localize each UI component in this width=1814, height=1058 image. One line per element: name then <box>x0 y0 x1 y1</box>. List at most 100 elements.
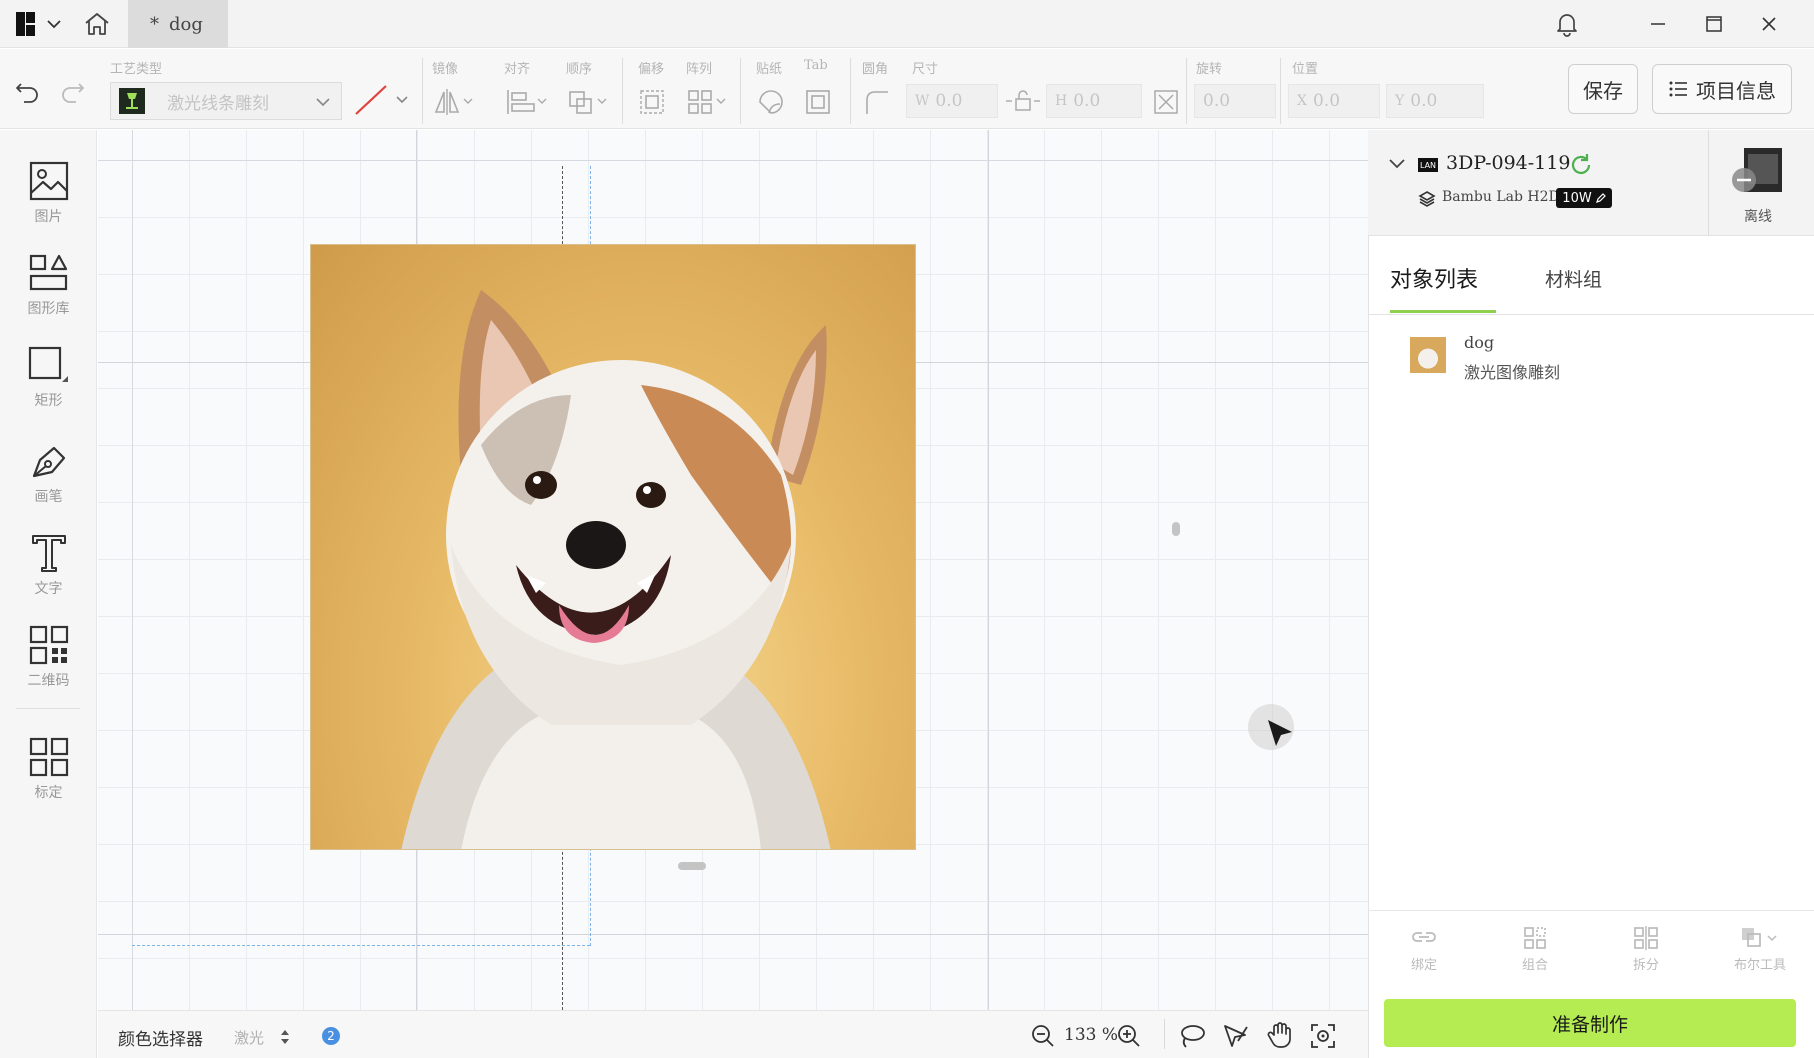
split-button[interactable]: 拆分 <box>1614 926 1678 973</box>
zoom-out-icon[interactable] <box>1030 1023 1056 1049</box>
divider <box>1368 910 1814 911</box>
project-info-label: 项目信息 <box>1696 78 1776 103</box>
zoom-in-icon[interactable] <box>1116 1023 1142 1049</box>
rotate-label: 旋转 <box>1196 62 1223 77</box>
redo-icon[interactable] <box>58 76 88 106</box>
tab-tool-icon[interactable] <box>804 86 834 118</box>
width-value: 0.0 <box>935 91 963 111</box>
mirror-label: 镜像 <box>432 62 459 77</box>
app-logo-icon[interactable] <box>14 10 66 38</box>
order-label: 顺序 <box>566 62 593 77</box>
array-label: 阵列 <box>686 62 713 77</box>
laser-label[interactable]: 激光 <box>234 1027 264 1048</box>
ruler-line <box>98 160 1368 161</box>
align-label: 对齐 <box>504 62 531 77</box>
horizontal-scrollbar[interactable] <box>678 862 706 870</box>
device-model: Bambu Lab H2D <box>1442 189 1560 205</box>
prepare-make-button[interactable]: 准备制作 <box>1384 999 1796 1047</box>
x-field[interactable]: X 0.0 <box>1288 84 1380 118</box>
tool-shape-library[interactable]: 图形库 <box>0 252 97 344</box>
power-badge[interactable]: 10W <box>1556 188 1612 208</box>
tool-label: 图形库 <box>27 301 70 317</box>
home-icon[interactable] <box>82 10 112 38</box>
x-value: 0.0 <box>1312 91 1341 111</box>
vertical-scrollbar[interactable] <box>1172 522 1180 536</box>
process-type-label: 工艺类型 <box>110 62 163 77</box>
image-icon <box>28 160 70 202</box>
group-button[interactable]: 组合 <box>1503 926 1567 973</box>
mirror-icon[interactable] <box>432 86 480 118</box>
left-toolbar: 图片 图形库 矩形 画笔 文字 二维码 标定 <box>0 130 97 1058</box>
bell-icon[interactable] <box>1554 11 1580 37</box>
refresh-icon[interactable] <box>1568 152 1594 178</box>
tool-label: 矩形 <box>34 393 63 409</box>
order-icon[interactable] <box>566 86 614 118</box>
tab-dog[interactable]: * dog <box>128 0 228 48</box>
tool-label: 标定 <box>34 785 63 801</box>
tool-qrcode[interactable]: 二维码 <box>0 624 97 716</box>
device-card[interactable]: LAN 3DP-094-119 Bambu Lab H2D 10W 离线 <box>1368 130 1814 236</box>
save-button[interactable]: 保存 <box>1568 64 1638 114</box>
process-type-select[interactable]: 激光线条雕刻 <box>110 82 342 120</box>
bind-label: 绑定 <box>1410 958 1437 973</box>
minimize-icon[interactable] <box>1646 12 1670 36</box>
modified-mark: * <box>150 13 159 35</box>
project-info-button[interactable]: 项目信息 <box>1652 64 1792 114</box>
width-field[interactable]: W 0.0 <box>906 84 998 118</box>
fit-size-icon[interactable] <box>1152 88 1180 116</box>
height-field[interactable]: H 0.0 <box>1046 84 1142 118</box>
text-icon <box>28 532 70 574</box>
sticker-icon[interactable] <box>756 86 786 118</box>
tab-objects[interactable]: 对象列表 <box>1390 262 1478 294</box>
tab-materials[interactable]: 材料组 <box>1545 265 1602 292</box>
corner-label: 圆角 <box>862 62 889 77</box>
device-status: 离线 <box>1744 209 1772 225</box>
hand-icon[interactable] <box>1266 1021 1294 1049</box>
group-label: 组合 <box>1521 958 1548 973</box>
sort-arrows-icon[interactable] <box>278 1027 292 1047</box>
tool-image[interactable]: 图片 <box>0 160 97 252</box>
height-prefix: H <box>1055 93 1068 109</box>
title-bar: * dog <box>0 0 1814 48</box>
canvas[interactable] <box>98 130 1368 1010</box>
chevron-down-icon[interactable] <box>1388 156 1406 172</box>
x-prefix: X <box>1297 93 1307 109</box>
divider <box>1708 130 1709 236</box>
close-icon[interactable] <box>1757 12 1781 36</box>
array-icon[interactable] <box>686 86 732 118</box>
divider <box>16 708 80 709</box>
corner-icon[interactable] <box>862 86 892 118</box>
edit-icon <box>1595 193 1606 203</box>
group-icon <box>1523 926 1547 950</box>
rotate-field[interactable]: 0.0 <box>1194 84 1276 118</box>
tool-label: 二维码 <box>27 673 70 689</box>
sticker-label: 贴纸 <box>756 62 783 77</box>
size-label: 尺寸 <box>912 62 939 77</box>
tool-text[interactable]: 文字 <box>0 532 97 624</box>
tool-rectangle[interactable]: 矩形 <box>0 344 97 436</box>
tool-calibrate[interactable]: 标定 <box>0 736 97 828</box>
undo-icon[interactable] <box>12 76 42 106</box>
bind-button[interactable]: 绑定 <box>1392 926 1456 973</box>
list-item[interactable]: dog 激光图像雕刻 <box>1410 333 1814 389</box>
object-name: dog <box>1464 333 1495 352</box>
y-prefix: Y <box>1395 93 1405 109</box>
boolean-tool-button[interactable]: 布尔工具 <box>1720 926 1800 973</box>
line-color-icon[interactable] <box>352 82 412 118</box>
focus-view-icon[interactable] <box>1310 1023 1336 1049</box>
dog-image[interactable] <box>310 244 916 850</box>
tool-pen[interactable]: 画笔 <box>0 440 97 532</box>
active-tab-underline <box>1390 310 1496 313</box>
lock-ratio-icon[interactable] <box>1004 88 1044 114</box>
boolean-label: 布尔工具 <box>1733 958 1786 973</box>
select-tool-icon[interactable] <box>1222 1023 1250 1049</box>
maximize-icon[interactable] <box>1702 12 1726 36</box>
split-icon <box>1633 926 1659 950</box>
y-field[interactable]: Y 0.0 <box>1386 84 1484 118</box>
divider <box>1368 314 1814 315</box>
align-icon[interactable] <box>504 86 552 118</box>
offset-icon[interactable] <box>638 86 668 118</box>
lasso-icon[interactable] <box>1178 1023 1206 1049</box>
split-label: 拆分 <box>1632 958 1659 973</box>
color-picker-label[interactable]: 颜色选择器 <box>118 1025 203 1050</box>
